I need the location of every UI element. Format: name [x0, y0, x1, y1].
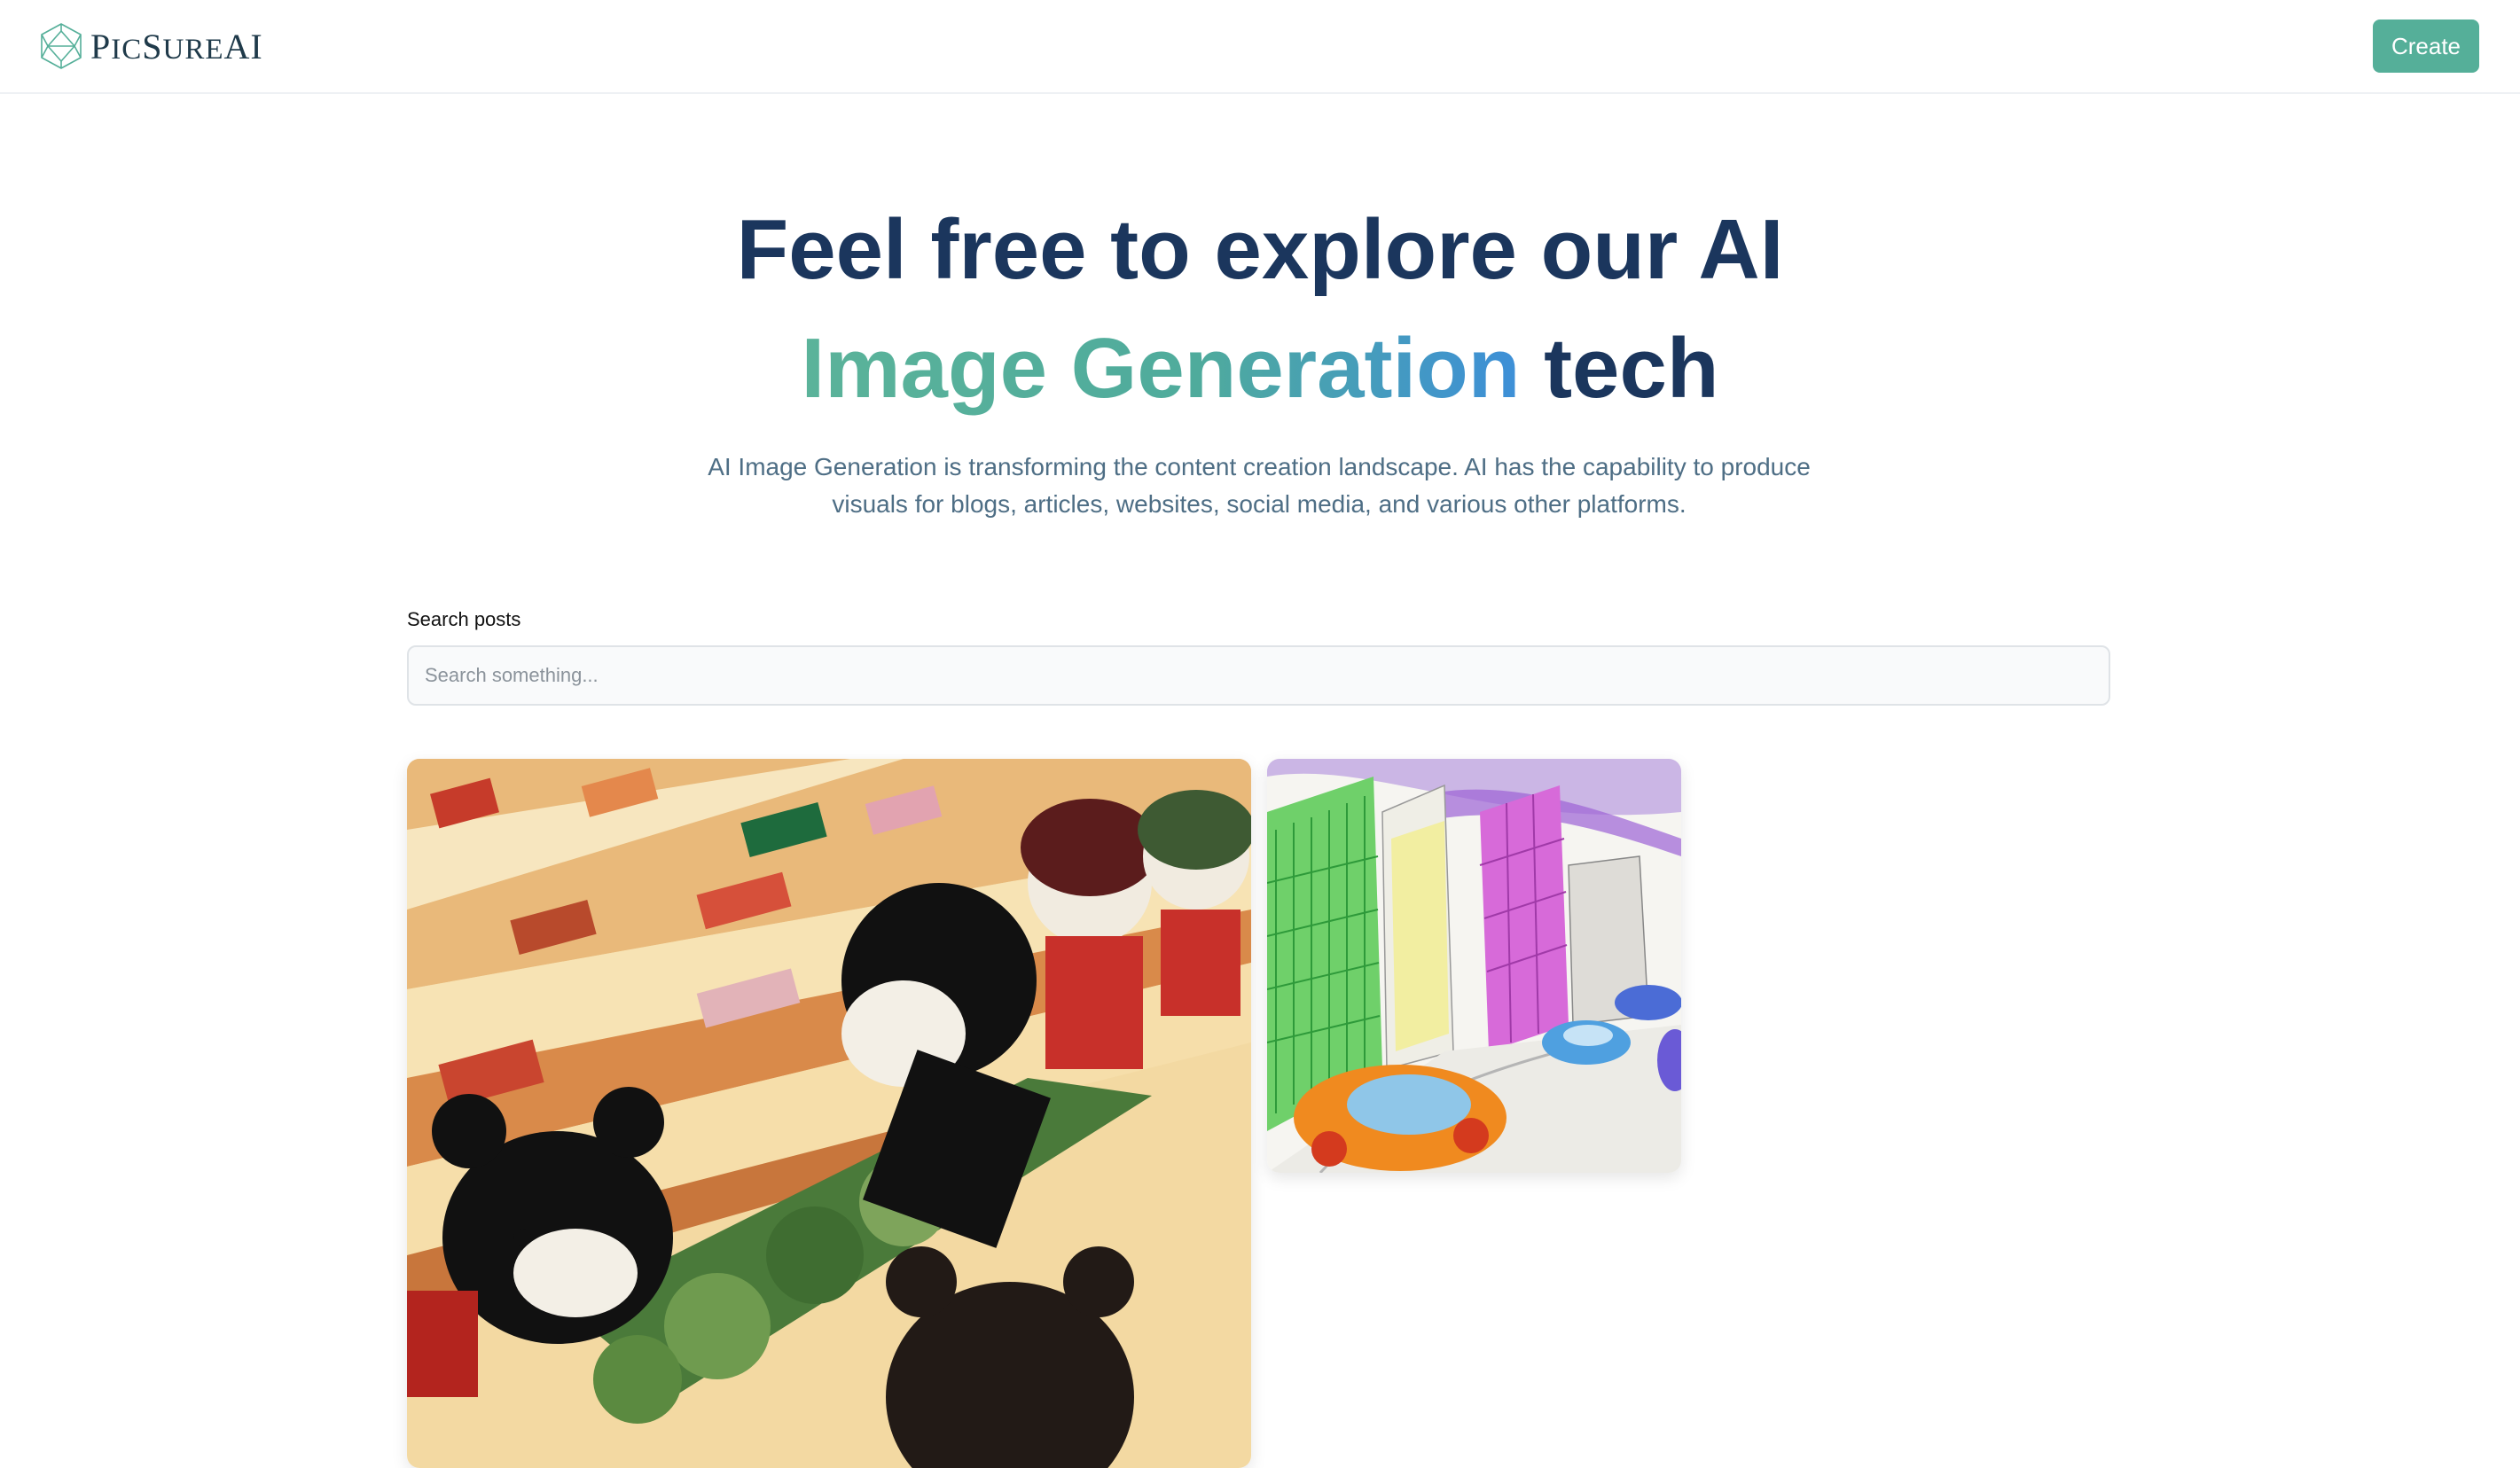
gallery-image-bears-shopping: [407, 759, 1251, 1468]
logo-letters-ai: AI: [223, 26, 263, 66]
hero-description: AI Image Generation is transforming the …: [708, 453, 1811, 518]
logo-text: PICSUREAI: [90, 26, 263, 67]
logo-link[interactable]: PICSUREAI: [37, 21, 263, 71]
logo-letters-ure: URE: [162, 33, 224, 66]
hero-title-line2: Image Generation tech: [0, 316, 2520, 422]
hero-title-highlight: Image Generation: [801, 321, 1521, 416]
top-navbar: PICSUREAI Create: [0, 0, 2520, 94]
logo-letter-s: S: [142, 26, 163, 66]
hero-title-line1: Feel free to explore our AI: [736, 202, 1784, 297]
search-input[interactable]: [407, 645, 2110, 706]
crystal-logo-icon: [41, 23, 82, 69]
gallery-card[interactable]: [1267, 759, 1681, 1173]
hero-title-tail: tech: [1544, 321, 1719, 416]
search-label: Search posts: [407, 608, 521, 630]
logo-letter-p: P: [90, 26, 112, 66]
gallery-image-city-street: [1267, 759, 1681, 1173]
logo-letters-ic: IC: [111, 33, 143, 66]
create-button[interactable]: Create: [2373, 20, 2479, 73]
gallery-card[interactable]: [407, 759, 1251, 1468]
